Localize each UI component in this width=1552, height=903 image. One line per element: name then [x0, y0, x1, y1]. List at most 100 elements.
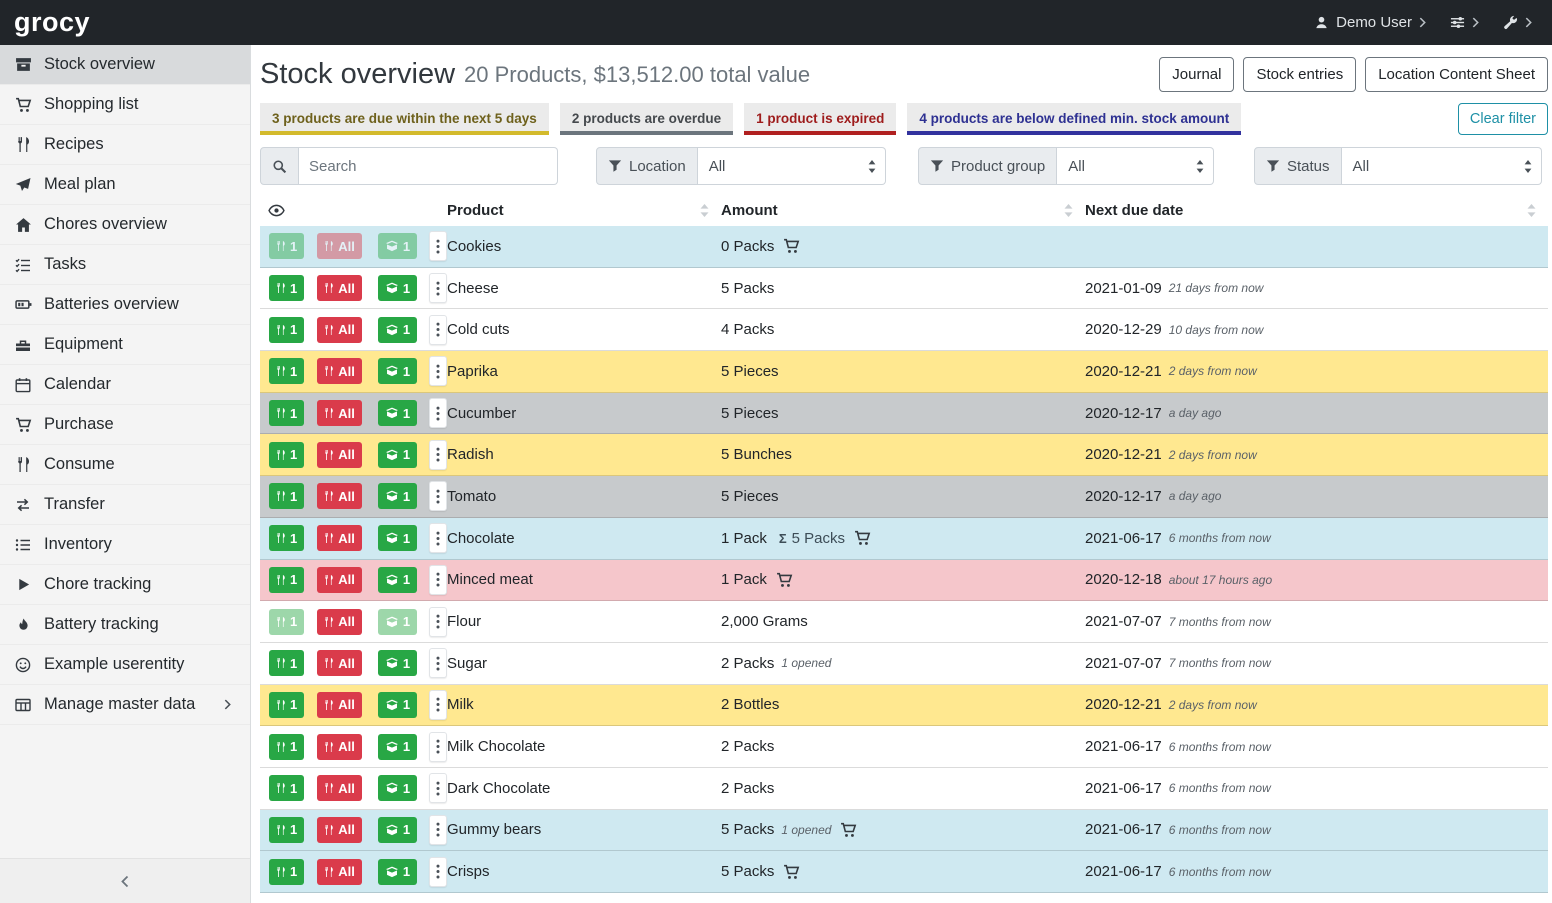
- sidebar-item-chore-tracking[interactable]: Chore tracking: [0, 565, 250, 605]
- consume-all-button[interactable]: All: [317, 525, 362, 551]
- consume-all-button[interactable]: All: [317, 442, 362, 468]
- visibility-column-header[interactable]: [260, 202, 447, 219]
- sidebar-item-battery-tracking[interactable]: Battery tracking: [0, 605, 250, 645]
- sidebar-item-shopping-list[interactable]: Shopping list: [0, 85, 250, 125]
- consume-1-button[interactable]: 1: [269, 650, 304, 676]
- open-1-button[interactable]: 1: [378, 650, 417, 676]
- consume-1-button[interactable]: 1: [269, 317, 304, 343]
- sidebar-item-meal-plan[interactable]: Meal plan: [0, 165, 250, 205]
- sidebar-item-recipes[interactable]: Recipes: [0, 125, 250, 165]
- sidebar-item-inventory[interactable]: Inventory: [0, 525, 250, 565]
- open-1-button[interactable]: 1: [378, 358, 417, 384]
- consume-all-button[interactable]: All: [317, 775, 362, 801]
- consume-1-button[interactable]: 1: [269, 692, 304, 718]
- banner-3-products-are-due-within-the-next-5-day[interactable]: 3 products are due within the next 5 day…: [260, 103, 549, 135]
- sidebar-item-purchase[interactable]: Purchase: [0, 405, 250, 445]
- open-1-button[interactable]: 1: [378, 692, 417, 718]
- consume-1-button[interactable]: 1: [269, 400, 304, 426]
- banner-4-products-are-below-defined-min-stock-a[interactable]: 4 products are below defined min. stock …: [907, 103, 1241, 135]
- open-1-button[interactable]: 1: [378, 483, 417, 509]
- stock-entries-button[interactable]: Stock entries: [1243, 57, 1356, 92]
- consume-all-button[interactable]: All: [317, 483, 362, 509]
- row-menu-button[interactable]: [429, 565, 447, 595]
- due-date-column-header[interactable]: Next due date: [1085, 202, 1548, 219]
- open-1-button[interactable]: 1: [378, 442, 417, 468]
- open-1-button[interactable]: 1: [378, 525, 417, 551]
- clear-filter-button[interactable]: Clear filter: [1458, 103, 1548, 135]
- settings-menu[interactable]: [1450, 15, 1479, 30]
- search-input[interactable]: [299, 147, 558, 185]
- row-menu-button[interactable]: [429, 315, 447, 345]
- consume-all-button[interactable]: All: [317, 275, 362, 301]
- consume-1-button[interactable]: 1: [269, 734, 304, 760]
- amount-column-header[interactable]: Amount: [721, 202, 1085, 219]
- banner-1-product-is-expired[interactable]: 1 product is expired: [744, 103, 896, 135]
- consume-1-button[interactable]: 1: [269, 817, 304, 843]
- row-menu-button[interactable]: [429, 231, 447, 261]
- row-menu-button[interactable]: [429, 648, 447, 678]
- sidebar-item-calendar[interactable]: Calendar: [0, 365, 250, 405]
- open-1-button[interactable]: 1: [378, 609, 417, 635]
- row-menu-button[interactable]: [429, 857, 447, 887]
- admin-menu[interactable]: [1503, 15, 1532, 30]
- open-1-button[interactable]: 1: [378, 275, 417, 301]
- consume-1-button[interactable]: 1: [269, 233, 304, 259]
- open-1-button[interactable]: 1: [378, 817, 417, 843]
- consume-1-button[interactable]: 1: [269, 609, 304, 635]
- sidebar-item-equipment[interactable]: Equipment: [0, 325, 250, 365]
- consume-all-button[interactable]: All: [317, 692, 362, 718]
- open-1-button[interactable]: 1: [378, 775, 417, 801]
- row-menu-button[interactable]: [429, 440, 447, 470]
- open-1-button[interactable]: 1: [378, 317, 417, 343]
- row-menu-button[interactable]: [429, 607, 447, 637]
- consume-1-button[interactable]: 1: [269, 358, 304, 384]
- row-menu-button[interactable]: [429, 481, 447, 511]
- product-group-select[interactable]: All: [1057, 147, 1214, 185]
- consume-1-button[interactable]: 1: [269, 483, 304, 509]
- open-1-button[interactable]: 1: [378, 859, 417, 885]
- status-select[interactable]: All: [1342, 147, 1542, 185]
- banner-2-products-are-overdue[interactable]: 2 products are overdue: [560, 103, 733, 135]
- consume-all-button[interactable]: All: [317, 650, 362, 676]
- user-menu[interactable]: Demo User: [1314, 14, 1426, 31]
- row-menu-button[interactable]: [429, 815, 447, 845]
- journal-button[interactable]: Journal: [1159, 57, 1234, 92]
- consume-all-button[interactable]: All: [317, 859, 362, 885]
- consume-all-button[interactable]: All: [317, 358, 362, 384]
- row-menu-button[interactable]: [429, 356, 447, 386]
- row-menu-button[interactable]: [429, 398, 447, 428]
- open-1-button[interactable]: 1: [378, 400, 417, 426]
- open-1-button[interactable]: 1: [378, 734, 417, 760]
- sidebar-item-tasks[interactable]: Tasks: [0, 245, 250, 285]
- consume-all-button[interactable]: All: [317, 609, 362, 635]
- consume-1-button[interactable]: 1: [269, 442, 304, 468]
- row-menu-button[interactable]: [429, 273, 447, 303]
- open-1-button[interactable]: 1: [378, 233, 417, 259]
- sidebar-collapse-button[interactable]: [0, 858, 250, 903]
- row-menu-button[interactable]: [429, 523, 447, 553]
- consume-all-button[interactable]: All: [317, 734, 362, 760]
- consume-1-button[interactable]: 1: [269, 275, 304, 301]
- row-menu-button[interactable]: [429, 773, 447, 803]
- location-content-sheet-button[interactable]: Location Content Sheet: [1365, 57, 1548, 92]
- consume-all-button[interactable]: All: [317, 567, 362, 593]
- consume-all-button[interactable]: All: [317, 317, 362, 343]
- sidebar-item-manage-master-data[interactable]: Manage master data: [0, 685, 250, 725]
- consume-1-button[interactable]: 1: [269, 859, 304, 885]
- consume-all-button[interactable]: All: [317, 817, 362, 843]
- product-column-header[interactable]: Product: [447, 202, 721, 219]
- location-select[interactable]: All: [698, 147, 886, 185]
- sidebar-item-transfer[interactable]: Transfer: [0, 485, 250, 525]
- sidebar-item-chores-overview[interactable]: Chores overview: [0, 205, 250, 245]
- sidebar-item-example-userentity[interactable]: Example userentity: [0, 645, 250, 685]
- consume-1-button[interactable]: 1: [269, 567, 304, 593]
- row-menu-button[interactable]: [429, 690, 447, 720]
- consume-1-button[interactable]: 1: [269, 525, 304, 551]
- sidebar-item-consume[interactable]: Consume: [0, 445, 250, 485]
- consume-1-button[interactable]: 1: [269, 775, 304, 801]
- consume-all-button[interactable]: All: [317, 233, 362, 259]
- consume-all-button[interactable]: All: [317, 400, 362, 426]
- row-menu-button[interactable]: [429, 732, 447, 762]
- sidebar-item-stock-overview[interactable]: Stock overview: [0, 45, 250, 85]
- sidebar-item-batteries-overview[interactable]: Batteries overview: [0, 285, 250, 325]
